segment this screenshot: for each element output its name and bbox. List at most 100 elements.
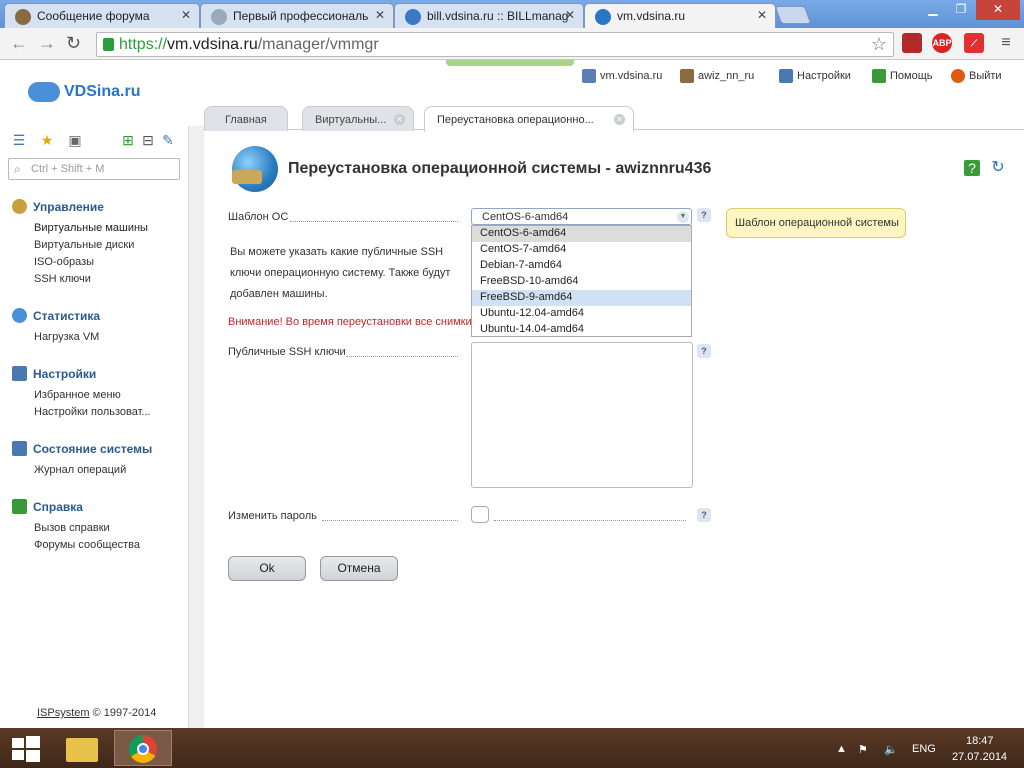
os-help-icon[interactable]: ? [697,208,711,222]
dotted-leader [494,520,686,521]
forward-arrow-icon[interactable]: → [38,34,56,52]
tab-home[interactable]: Главная [204,106,288,131]
flag-icon[interactable]: ⚑ [858,743,868,756]
sidebar-item-vm-load[interactable]: Нагрузка VM [34,331,99,343]
dotted-leader [346,356,458,357]
refresh-icon[interactable]: ↻ [990,160,1006,176]
sidebar-section-help[interactable]: Справка [12,499,83,514]
sidebar [0,126,188,728]
menu-icon[interactable]: ≡ [996,33,1016,53]
ssh-help-icon[interactable]: ? [697,344,711,358]
change-password-checkbox[interactable] [471,506,489,523]
password-help-icon[interactable]: ? [697,508,711,522]
browser-tab-bill[interactable]: bill.vdsina.ru :: BILLmanag ✕ [394,3,584,28]
close-icon[interactable]: ✕ [394,114,405,125]
logo[interactable]: VDSina.ru [28,82,140,102]
sidebar-section-system-state[interactable]: Состояние системы [12,441,152,456]
new-tab-button[interactable] [774,6,812,24]
browser-tab-forum[interactable]: Сообщение форума ✕ [4,3,200,28]
browser-tabstrip: Сообщение форума ✕ Первый профессиональ … [0,0,1024,29]
browser-tab-pro[interactable]: Первый профессиональ ✕ [200,3,394,28]
sidebar-item-user-settings[interactable]: Настройки пользоват... [34,406,151,418]
extension-icon[interactable] [902,33,922,53]
loading-indicator [446,60,574,66]
os-option-freebsd9[interactable]: FreeBSD-9-amd64 [472,290,691,306]
clock-time[interactable]: 18:47 [966,735,994,747]
tree-icon[interactable]: ☰ [11,132,27,148]
address-bar[interactable]: https://vm.vdsina.ru/manager/vmmgr ☆ [96,32,894,57]
chevron-down-icon[interactable]: ▼ [677,211,689,223]
ispsystem-link[interactable]: ISPsystem [37,707,90,719]
expand-icon[interactable]: ⊞ [120,132,136,148]
os-option-ubuntu1204[interactable]: Ubuntu-12.04-amd64 [472,306,691,322]
sidebar-section-statistics[interactable]: Статистика [12,308,100,323]
dotted-leader [322,520,458,521]
collapse-icon[interactable]: ⊟ [140,132,156,148]
chrome-taskbar-icon[interactable] [114,730,172,766]
bookmark-star-icon[interactable]: ☆ [871,34,887,55]
start-windows-icon[interactable] [8,730,42,766]
sidebar-item-ssh-keys[interactable]: SSH ключи [34,273,91,285]
help-book-icon [12,499,27,514]
sidebar-section-settings[interactable]: Настройки [12,366,96,381]
extension-icon[interactable]: ⟋ [964,33,984,53]
copyright: ISPsystem © 1997-2014 [37,707,157,719]
help-link[interactable]: Помощь [872,69,933,83]
ssh-keys-description: Вы можете указать какие публичные SSH кл… [230,246,451,300]
host-link[interactable]: vm.vdsina.ru [582,69,662,83]
browser-tab-vm[interactable]: vm.vdsina.ru ✕ [584,3,776,29]
os-option-debian7[interactable]: Debian-7-amd64 [472,258,691,274]
pin-icon[interactable]: ✎ [160,132,176,148]
os-template-label: Шаблон ОС [228,211,289,223]
sidebar-item-favorites[interactable]: Избранное меню [34,389,121,401]
briefcase-icon[interactable]: ▣ [67,132,83,148]
os-template-select[interactable]: CentOS-6-amd64 ▼ [471,208,692,225]
sidebar-item-virtual-disks[interactable]: Виртуальные диски [34,239,134,251]
settings-link[interactable]: Настройки [779,69,851,83]
back-arrow-icon[interactable]: ← [10,34,28,52]
language-indicator[interactable]: ENG [912,743,936,755]
management-icon [12,199,27,214]
os-option-ubuntu1404[interactable]: Ubuntu-14.04-amd64 [472,322,691,338]
os-option-centos6[interactable]: CentOS-6-amd64 [472,226,691,242]
logout-link[interactable]: Выйти [951,69,1002,83]
star-icon[interactable]: ★ [39,132,55,148]
os-option-centos7[interactable]: CentOS-7-amd64 [472,242,691,258]
sidebar-item-community-forums[interactable]: Форумы сообщества [34,539,140,551]
reload-icon[interactable]: ↻ [66,34,81,52]
sidebar-search-input[interactable]: ⌕ Ctrl + Shift + M [8,158,180,180]
help-book-icon[interactable]: ? [964,160,980,176]
file-explorer-icon[interactable] [62,730,102,766]
user-link[interactable]: awiz_nn_ru [680,69,754,83]
volume-icon[interactable]: 🔈 [884,743,898,756]
tray-arrow-icon[interactable]: ▲ [836,743,847,755]
reinstall-globe-icon [232,146,278,192]
ssh-keys-textarea[interactable] [471,342,693,488]
os-option-freebsd10[interactable]: FreeBSD-10-amd64 [472,274,691,290]
settings-icon [12,366,27,381]
sidebar-item-call-help[interactable]: Вызов справки [34,522,110,534]
maximize-button[interactable]: ❐ [948,0,974,20]
minimize-button[interactable]: ▁ [920,0,946,20]
close-icon[interactable]: ✕ [375,8,385,22]
app-tabs: Главная Виртуальны... ✕ Переустановка опе… [190,104,1024,132]
sidebar-section-management[interactable]: Управление [12,199,104,214]
clock-date[interactable]: 27.07.2014 [952,751,1007,763]
sidebar-item-operations-log[interactable]: Журнал операций [34,464,126,476]
close-icon[interactable]: ✕ [565,8,575,22]
sidebar-scrollbar[interactable] [188,126,204,728]
close-icon[interactable]: ✕ [757,8,767,22]
page-title: Переустановка операционной системы - awi… [288,160,712,177]
server-icon [582,69,596,83]
cancel-button[interactable]: Отмена [320,556,398,581]
cloud-icon [28,82,60,102]
close-icon[interactable]: ✕ [614,114,625,125]
tab-virtual-machines[interactable]: Виртуальны... ✕ [302,106,414,131]
sidebar-item-virtual-machines[interactable]: Виртуальные машины [34,222,148,234]
close-icon[interactable]: ✕ [181,8,191,22]
close-window-button[interactable]: ✕ [976,0,1020,20]
adblock-icon[interactable]: ABP [932,33,952,53]
sidebar-item-iso-images[interactable]: ISO-образы [34,256,94,268]
ok-button[interactable]: Ok [228,556,306,581]
tab-reinstall-os[interactable]: Переустановка операционно... ✕ [424,106,634,132]
